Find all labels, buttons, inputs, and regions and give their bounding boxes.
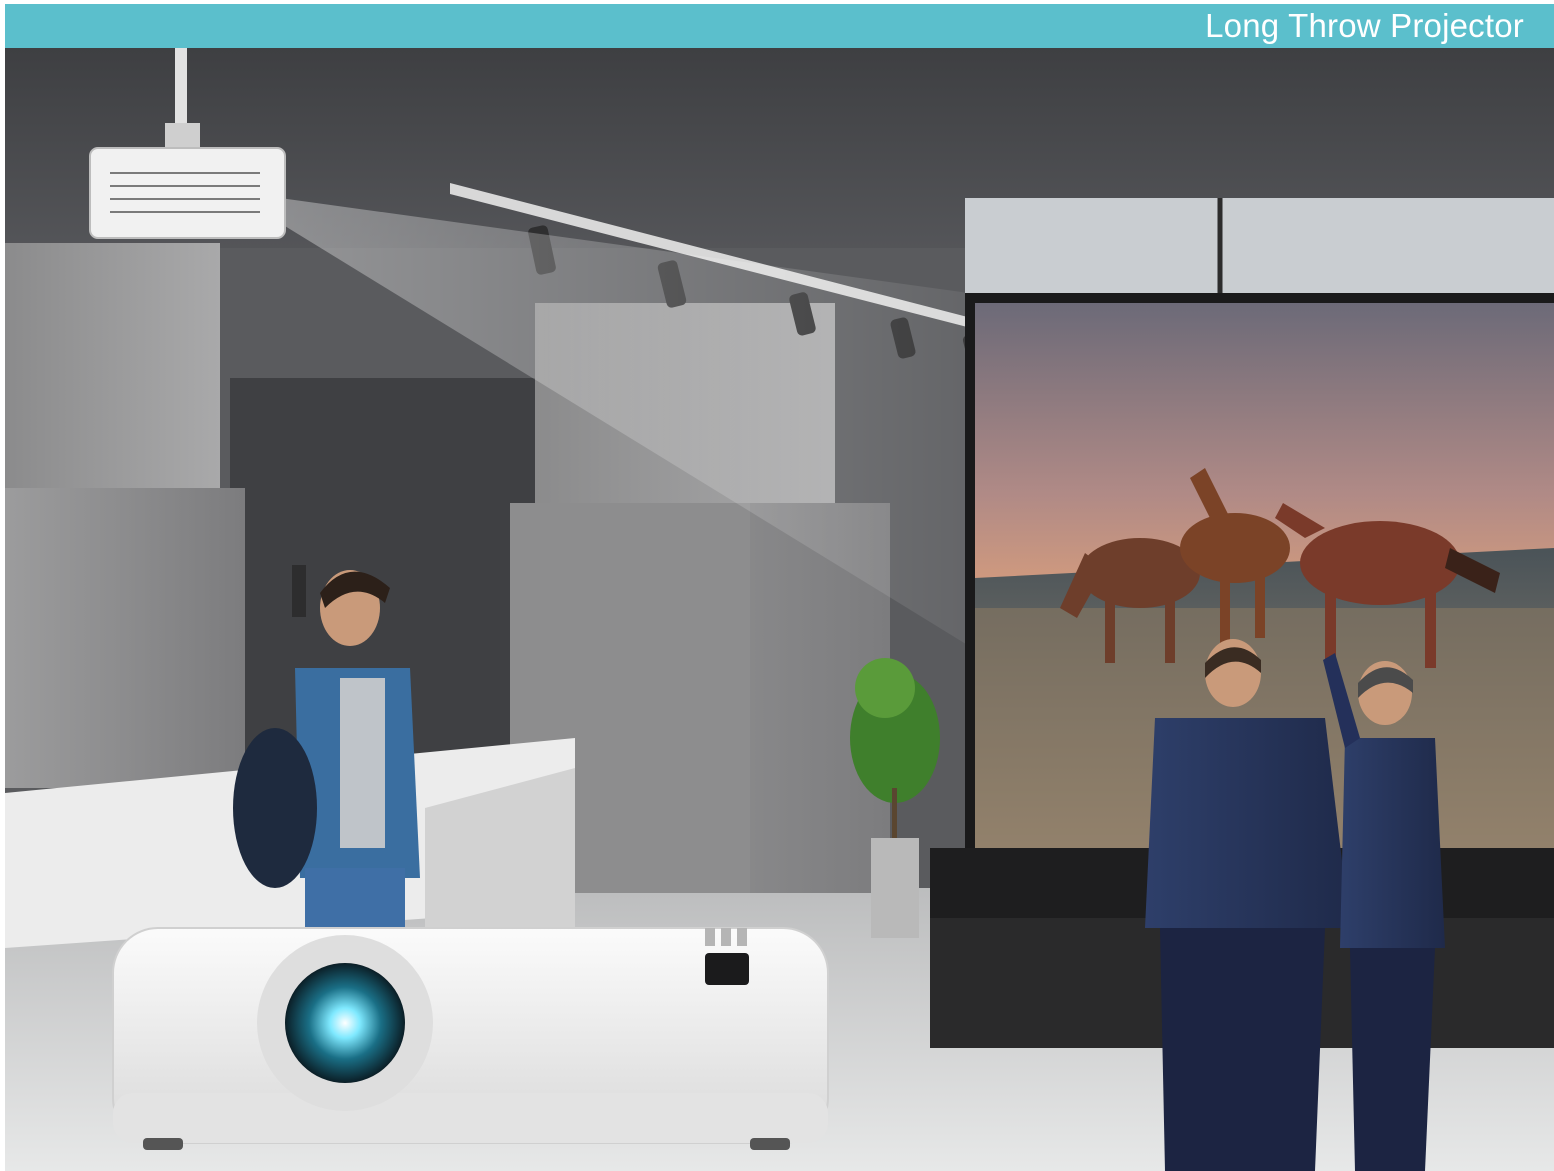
floor-projector-icon: [112, 927, 829, 1150]
page-title: Long Throw Projector: [1205, 7, 1524, 44]
title-bar: Long Throw Projector: [5, 4, 1554, 48]
concrete-wall-left: [5, 243, 245, 788]
person-icon: [1145, 639, 1445, 1171]
wall-sconce: [292, 565, 306, 617]
room-scene: [5, 48, 1554, 1171]
illustration-frame: Long Throw Projector: [5, 4, 1554, 1171]
scene-illustration: [5, 48, 1554, 1171]
